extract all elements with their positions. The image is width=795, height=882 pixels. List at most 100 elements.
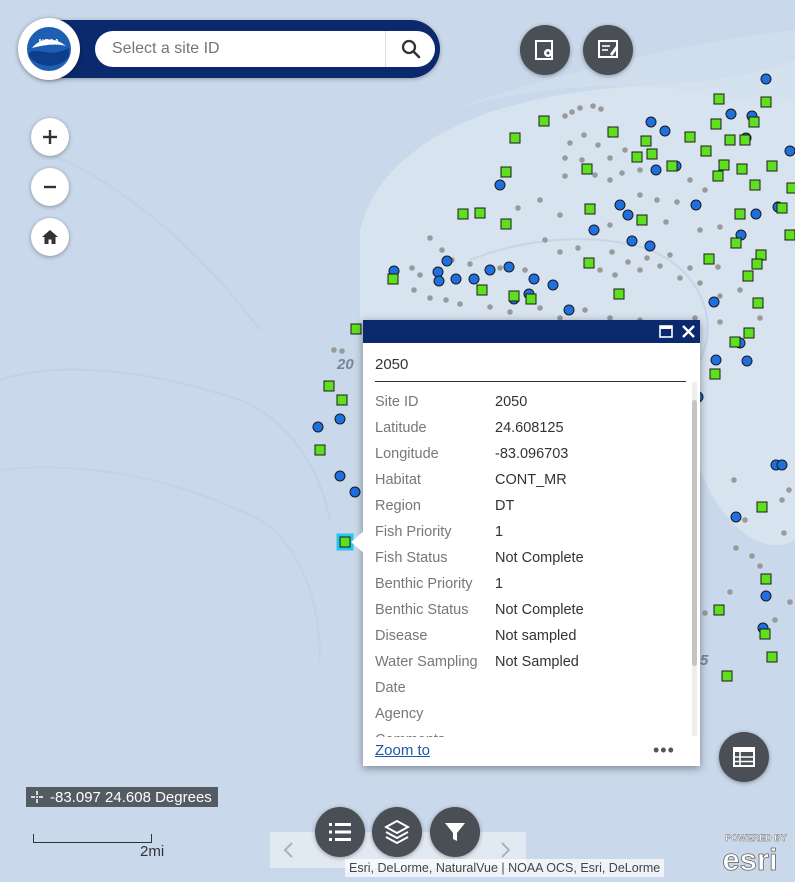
unsampled-site-dot[interactable]	[579, 157, 585, 163]
unsampled-site-dot[interactable]	[427, 235, 433, 241]
square-site-marker[interactable]	[584, 203, 596, 215]
popup-scrollbar[interactable]	[692, 382, 697, 736]
square-site-marker[interactable]	[766, 651, 778, 663]
square-site-marker[interactable]	[500, 218, 512, 230]
legend-button[interactable]	[315, 807, 365, 857]
square-site-marker[interactable]	[749, 179, 761, 191]
unsampled-site-dot[interactable]	[607, 222, 613, 228]
unsampled-site-dot[interactable]	[569, 109, 575, 115]
unsampled-site-dot[interactable]	[786, 487, 792, 493]
unsampled-site-dot[interactable]	[654, 197, 660, 203]
square-site-marker[interactable]	[736, 163, 748, 175]
circle-site-marker[interactable]	[776, 459, 788, 471]
square-site-marker[interactable]	[607, 126, 619, 138]
square-site-marker[interactable]	[748, 116, 760, 128]
square-site-marker[interactable]	[734, 208, 746, 220]
square-site-marker[interactable]	[538, 115, 550, 127]
unsampled-site-dot[interactable]	[757, 563, 763, 569]
unsampled-site-dot[interactable]	[439, 247, 445, 253]
square-site-marker[interactable]	[631, 151, 643, 163]
square-site-marker[interactable]	[336, 394, 348, 406]
square-site-marker[interactable]	[712, 170, 724, 182]
unsampled-site-dot[interactable]	[772, 617, 778, 623]
square-site-marker[interactable]	[756, 501, 768, 513]
square-site-marker[interactable]	[613, 288, 625, 300]
square-site-marker[interactable]	[751, 258, 763, 270]
square-site-marker[interactable]	[766, 160, 778, 172]
scrollbar-thumb[interactable]	[692, 400, 697, 666]
unsampled-site-dot[interactable]	[607, 177, 613, 183]
unsampled-site-dot[interactable]	[575, 245, 581, 251]
circle-site-marker[interactable]	[547, 279, 559, 291]
circle-site-marker[interactable]	[644, 240, 656, 252]
unsampled-site-dot[interactable]	[637, 192, 643, 198]
square-site-marker[interactable]	[713, 93, 725, 105]
unsampled-site-dot[interactable]	[562, 155, 568, 161]
unsampled-site-dot[interactable]	[542, 237, 548, 243]
unsampled-site-dot[interactable]	[717, 293, 723, 299]
circle-site-marker[interactable]	[484, 264, 496, 276]
circle-site-marker[interactable]	[503, 261, 515, 273]
square-site-marker[interactable]	[640, 135, 652, 147]
unsampled-site-dot[interactable]	[427, 295, 433, 301]
square-site-marker[interactable]	[752, 297, 764, 309]
square-site-marker[interactable]	[759, 628, 771, 640]
unsampled-site-dot[interactable]	[781, 530, 787, 536]
circle-site-marker[interactable]	[730, 511, 742, 523]
unsampled-site-dot[interactable]	[522, 267, 528, 273]
unsampled-site-dot[interactable]	[598, 106, 604, 112]
square-site-marker[interactable]	[323, 380, 335, 392]
circle-site-marker[interactable]	[710, 354, 722, 366]
unsampled-site-dot[interactable]	[637, 167, 643, 173]
circle-site-marker[interactable]	[334, 470, 346, 482]
unsampled-site-dot[interactable]	[592, 172, 598, 178]
square-site-marker[interactable]	[784, 229, 795, 241]
unsampled-site-dot[interactable]	[637, 267, 643, 273]
square-site-marker[interactable]	[709, 368, 721, 380]
circle-site-marker[interactable]	[588, 224, 600, 236]
chevron-left-icon[interactable]	[282, 842, 294, 858]
coordinate-readout[interactable]: -83.097 24.608 Degrees	[26, 787, 218, 807]
maximize-icon[interactable]	[659, 325, 673, 338]
zoom-out-button[interactable]	[31, 168, 69, 206]
unsampled-site-dot[interactable]	[609, 249, 615, 255]
unsampled-site-dot[interactable]	[443, 297, 449, 303]
edit-tool-button[interactable]	[583, 25, 633, 75]
square-site-marker[interactable]	[721, 670, 733, 682]
unsampled-site-dot[interactable]	[590, 103, 596, 109]
square-site-marker[interactable]	[636, 214, 648, 226]
circle-site-marker[interactable]	[626, 235, 638, 247]
square-site-marker[interactable]	[457, 208, 469, 220]
unsampled-site-dot[interactable]	[727, 589, 733, 595]
circle-site-marker[interactable]	[760, 590, 772, 602]
unsampled-site-dot[interactable]	[622, 147, 628, 153]
circle-site-marker[interactable]	[659, 125, 671, 137]
unsampled-site-dot[interactable]	[667, 252, 673, 258]
square-site-marker[interactable]	[684, 131, 696, 143]
unsampled-site-dot[interactable]	[749, 553, 755, 559]
unsampled-site-dot[interactable]	[562, 113, 568, 119]
unsampled-site-dot[interactable]	[717, 224, 723, 230]
unsampled-site-dot[interactable]	[702, 187, 708, 193]
square-site-marker[interactable]	[703, 253, 715, 265]
unsampled-site-dot[interactable]	[409, 265, 415, 271]
square-site-marker[interactable]	[508, 290, 520, 302]
square-site-marker[interactable]	[646, 148, 658, 160]
unsampled-site-dot[interactable]	[687, 177, 693, 183]
circle-site-marker[interactable]	[750, 208, 762, 220]
unsampled-site-dot[interactable]	[331, 347, 337, 353]
square-site-marker[interactable]	[581, 163, 593, 175]
square-site-marker[interactable]	[760, 573, 772, 585]
unsampled-site-dot[interactable]	[457, 301, 463, 307]
unsampled-site-dot[interactable]	[657, 263, 663, 269]
square-site-marker[interactable]	[387, 273, 399, 285]
square-site-marker[interactable]	[314, 444, 326, 456]
zoom-in-button[interactable]	[31, 118, 69, 156]
unsampled-site-dot[interactable]	[612, 272, 618, 278]
square-site-marker[interactable]	[476, 284, 488, 296]
square-site-marker[interactable]	[666, 160, 678, 172]
square-site-marker[interactable]	[350, 323, 362, 335]
square-site-marker[interactable]	[710, 118, 722, 130]
square-site-marker[interactable]	[583, 257, 595, 269]
unsampled-site-dot[interactable]	[581, 132, 587, 138]
